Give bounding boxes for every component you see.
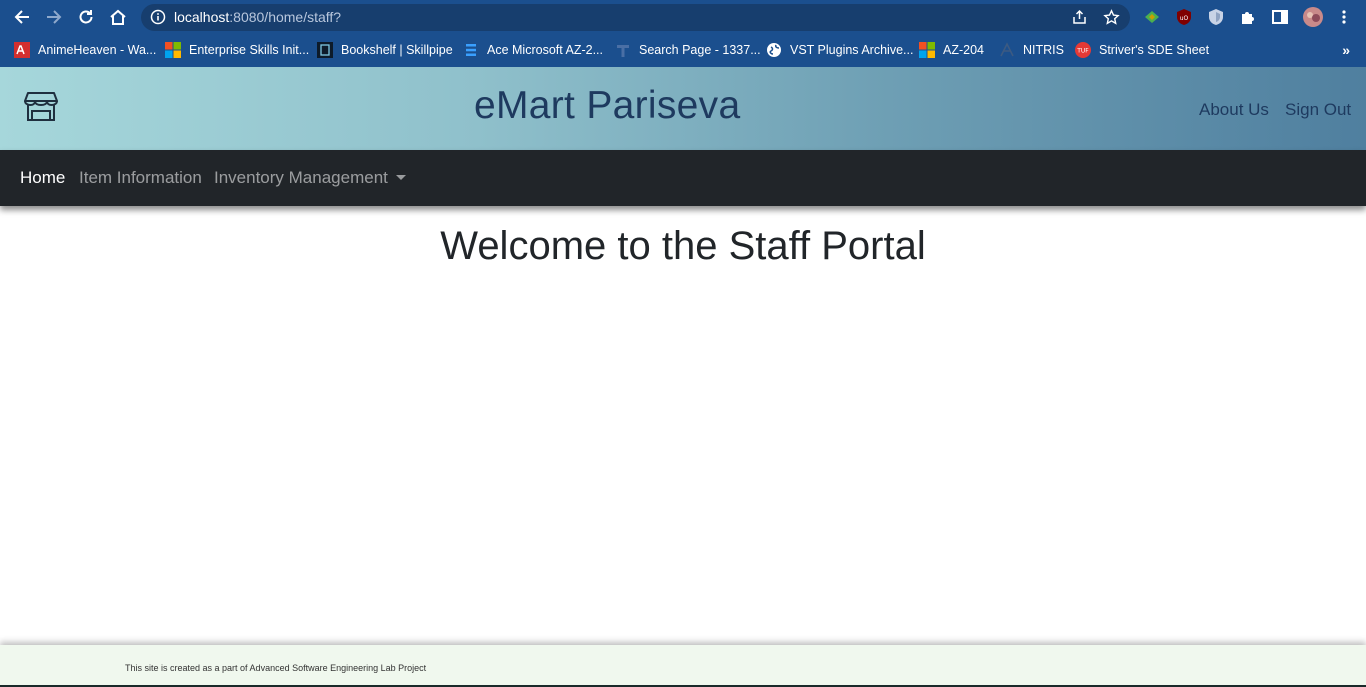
side-panel-icon[interactable] xyxy=(1271,8,1289,26)
address-url[interactable]: localhost:8080/home/staff? xyxy=(174,9,341,26)
bookmark-label: Bookshelf | Skillpipe xyxy=(341,43,453,57)
microsoft-favicon xyxy=(919,42,935,58)
nav-inventory-management[interactable]: Inventory Management xyxy=(214,168,406,188)
about-us-link[interactable]: About Us xyxy=(1199,100,1269,120)
search-page-favicon xyxy=(617,45,629,57)
bookmark-label: Search Page - 1337... xyxy=(639,43,761,57)
bookmark-strivers-sde-sheet[interactable]: TUF Striver's SDE Sheet xyxy=(1075,41,1209,59)
bookmark-skillpipe[interactable]: Bookshelf | Skillpipe xyxy=(317,41,453,59)
extension-green-icon[interactable] xyxy=(1143,8,1161,26)
bookmark-az-204[interactable]: AZ-204 xyxy=(919,41,984,59)
welcome-heading: Welcome to the Staff Portal xyxy=(440,224,926,268)
nav-item-information[interactable]: Item Information xyxy=(79,168,202,188)
bookmark-label: NITRIS xyxy=(1023,43,1064,57)
svg-text:uO: uO xyxy=(1180,15,1189,22)
site-info-icon[interactable] xyxy=(150,9,166,25)
privacy-shield-icon[interactable] xyxy=(1207,8,1225,26)
animeheaven-favicon xyxy=(14,42,30,58)
bookmark-enterprise-skills[interactable]: Enterprise Skills Init... xyxy=(165,41,309,59)
bookmark-label: Ace Microsoft AZ-2... xyxy=(487,43,604,57)
nitris-favicon xyxy=(1000,42,1014,57)
profile-avatar-icon[interactable] xyxy=(1302,6,1324,28)
browser-menu-icon[interactable] xyxy=(1335,8,1353,26)
ace-favicon xyxy=(466,44,476,56)
dropdown-caret-icon xyxy=(395,175,406,180)
sign-out-link[interactable]: Sign Out xyxy=(1285,100,1351,120)
bookmark-vst-plugins[interactable]: VST Plugins Archive... xyxy=(766,41,913,59)
footer-text: This site is created as a part of Advanc… xyxy=(125,663,427,673)
url-path: :8080/home/staff? xyxy=(229,9,342,25)
microsoft-favicon xyxy=(165,42,181,58)
bookmark-label: Striver's SDE Sheet xyxy=(1099,43,1210,57)
more-bookmarks-chevron[interactable]: » xyxy=(1342,42,1350,58)
skillpipe-favicon xyxy=(317,42,333,58)
svg-text:TUF: TUF xyxy=(1076,48,1089,55)
url-host: localhost xyxy=(174,9,230,25)
ublock-shield-icon[interactable]: uO xyxy=(1175,8,1193,26)
site-header: eMart Pariseva About Us Sign Out xyxy=(0,67,1366,150)
site-footer: This site is created as a part of Advanc… xyxy=(0,645,1366,685)
tuf-favicon: TUF xyxy=(1075,42,1091,58)
home-icon[interactable] xyxy=(106,5,130,29)
globe-favicon xyxy=(767,43,781,57)
bookmarks-bar: AnimeHeaven - Wa... Enterprise Skills In… xyxy=(0,34,1366,67)
bookmark-nitris[interactable]: NITRIS xyxy=(999,41,1064,59)
main-navbar: Home Item Information Inventory Manageme… xyxy=(0,150,1366,206)
reload-icon[interactable] xyxy=(74,5,98,29)
bookmark-star-icon[interactable] xyxy=(1103,9,1120,26)
bookmark-label: AZ-204 xyxy=(943,43,984,57)
site-title: eMart Pariseva xyxy=(474,84,741,127)
back-arrow-icon[interactable] xyxy=(10,5,34,29)
store-icon[interactable] xyxy=(24,90,58,122)
browser-toolbar: localhost:8080/home/staff? uO xyxy=(0,0,1366,34)
share-icon[interactable] xyxy=(1071,9,1088,26)
bookmark-ace-microsoft[interactable]: Ace Microsoft AZ-2... xyxy=(463,41,603,59)
nav-inventory-management-label: Inventory Management xyxy=(214,168,388,187)
bookmark-search-page[interactable]: Search Page - 1337... xyxy=(615,41,761,59)
bookmark-animeheaven[interactable]: AnimeHeaven - Wa... xyxy=(14,41,156,59)
nav-home[interactable]: Home xyxy=(20,168,65,188)
bookmark-label: Enterprise Skills Init... xyxy=(189,43,310,57)
forward-arrow-icon[interactable] xyxy=(42,5,66,29)
bookmark-label: VST Plugins Archive... xyxy=(790,43,914,57)
extensions-puzzle-icon[interactable] xyxy=(1239,8,1257,26)
bookmark-label: AnimeHeaven - Wa... xyxy=(38,43,157,57)
address-bar[interactable]: localhost:8080/home/staff? xyxy=(141,4,1130,31)
